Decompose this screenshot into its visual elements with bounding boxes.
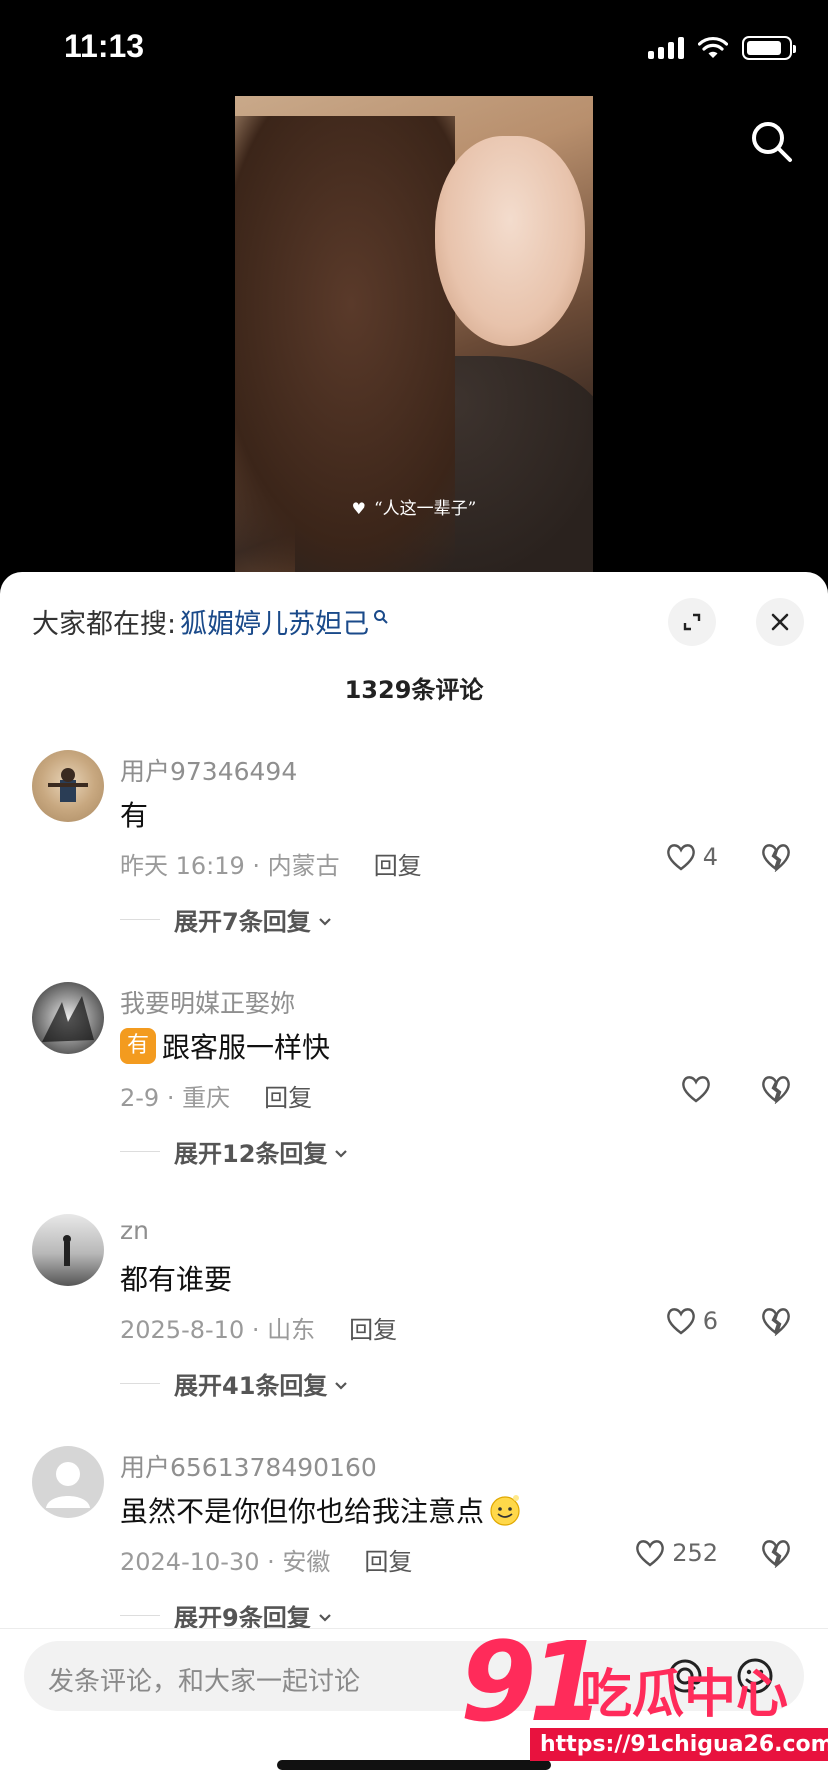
broken-heart-icon: [762, 1076, 790, 1105]
comment-text-content: 虽然不是你但你也给我注意点: [120, 1495, 485, 1528]
like-button[interactable]: 6: [665, 1306, 718, 1336]
like-button[interactable]: 4: [665, 842, 718, 872]
expand-replies-button[interactable]: 展开12条回复: [120, 1134, 349, 1169]
comment-text-content: 跟客服一样快: [162, 1031, 331, 1064]
dislike-button[interactable]: [760, 1074, 792, 1108]
video-player[interactable]: ♥ “人这一辈子”: [0, 96, 828, 576]
avatar[interactable]: [32, 1446, 104, 1518]
expand-replies-label: 展开12条回复: [174, 1140, 328, 1168]
comment-username[interactable]: 用户97346494: [120, 752, 297, 788]
hot-search-prefix: 大家都在搜:: [32, 609, 177, 640]
status-time: 11:13: [64, 28, 145, 64]
close-button[interactable]: [756, 598, 804, 646]
comment-meta: 2-9 · 重庆 回复: [120, 1078, 312, 1113]
comment-item: 我要明媒正娶妳 有 跟客服一样快 2-9 · 重庆 回复 展开12条回复: [0, 982, 828, 1202]
comment-item: zn 都有谁要 2025-8-10 · 山东 回复 6 展开41条回复: [0, 1214, 828, 1434]
cellular-signal-icon: [648, 37, 684, 59]
avatar[interactable]: [32, 1214, 104, 1286]
comment-meta: 2025-8-10 · 山东 回复: [120, 1310, 397, 1345]
panel-header: 大家都在搜: 狐媚婷儿苏妲己: [0, 572, 828, 662]
reply-button[interactable]: 回复: [364, 1542, 412, 1577]
comment-text: 虽然不是你但你也给我注意点: [120, 1490, 522, 1530]
expand-replies-label: 展开7条回复: [174, 908, 311, 936]
comment-username[interactable]: 我要明媒正娶妳: [120, 984, 295, 1020]
like-button[interactable]: [680, 1074, 718, 1104]
dislike-button[interactable]: [760, 842, 792, 876]
chevron-down-icon: [335, 1149, 348, 1158]
reply-button[interactable]: 回复: [374, 846, 422, 881]
comment-meta: 昨天 16:19 · 内蒙古 回复: [120, 846, 422, 881]
default-avatar-icon: [46, 1462, 90, 1508]
status-bar: 11:13: [0, 0, 828, 96]
comment-input-bar: 发条评论，和大家一起讨论: [0, 1628, 828, 1792]
comment-text: 都有谁要: [120, 1258, 232, 1298]
comment-input[interactable]: 发条评论，和大家一起讨论: [24, 1641, 804, 1711]
dislike-button[interactable]: [760, 1306, 792, 1340]
chevron-down-icon: [318, 1613, 331, 1622]
comment-time-location: 2025-8-10 · 山东: [120, 1316, 316, 1344]
avatar[interactable]: [32, 982, 104, 1054]
comment-item: 用户97346494 有 昨天 16:19 · 内蒙古 回复 4 展开7条回复: [0, 750, 828, 970]
broken-heart-icon: [762, 844, 790, 873]
emoji-icon[interactable]: [734, 1655, 776, 1697]
battery-icon: [742, 36, 796, 60]
video-caption-text: “人这一辈子”: [373, 499, 477, 519]
broken-heart-icon: [762, 1308, 790, 1337]
heart-outline-icon: [682, 1076, 710, 1103]
hot-search[interactable]: 大家都在搜: 狐媚婷儿苏妲己: [32, 602, 389, 641]
expand-replies-button[interactable]: 展开41条回复: [120, 1366, 349, 1401]
close-icon: [771, 613, 789, 631]
comment-text-content: 有: [120, 799, 149, 832]
comment-input-placeholder: 发条评论，和大家一起讨论: [48, 1667, 361, 1697]
comment-time-location: 2024-10-30 · 安徽: [120, 1548, 331, 1576]
comment-count: 1329条评论: [344, 676, 484, 704]
comment-time-location: 昨天 16:19 · 内蒙古: [120, 852, 340, 880]
comment-meta: 2024-10-30 · 安徽 回复: [120, 1542, 412, 1577]
comment-text-content: 都有谁要: [120, 1263, 233, 1296]
smile-emoji-icon: [490, 1495, 520, 1526]
video-thumbnail[interactable]: ♥ “人这一辈子”: [235, 96, 593, 576]
avatar[interactable]: [32, 750, 104, 822]
dislike-button[interactable]: [760, 1538, 792, 1572]
like-count: 4: [702, 843, 718, 871]
heart-outline-icon: [666, 844, 695, 871]
comment-username[interactable]: zn: [120, 1216, 149, 1245]
like-count: 252: [672, 1539, 718, 1567]
hot-search-link[interactable]: 狐媚婷儿苏妲己: [180, 602, 369, 641]
search-icon: [374, 609, 388, 624]
expand-button[interactable]: [668, 598, 716, 646]
you-badge: 有: [120, 1028, 156, 1064]
comment-panel: 大家都在搜: 狐媚婷儿苏妲己 1329条评论 用户97346494 有 昨天 1…: [0, 572, 828, 1792]
reply-button[interactable]: 回复: [349, 1310, 397, 1345]
like-button[interactable]: 252: [634, 1538, 718, 1568]
reply-button[interactable]: 回复: [264, 1078, 312, 1113]
heart-outline-icon: [636, 1540, 665, 1567]
search-icon[interactable]: [748, 118, 796, 166]
comment-username[interactable]: 用户6561378490160: [120, 1448, 377, 1484]
expand-replies-button[interactable]: 展开7条回复: [120, 902, 333, 937]
heart-icon: ♥: [351, 499, 366, 518]
expand-icon: [683, 613, 701, 631]
comment-text: 有 跟客服一样快: [120, 1026, 330, 1066]
video-caption: ♥ “人这一辈子”: [235, 494, 593, 519]
wifi-icon: [698, 37, 728, 58]
home-indicator: [277, 1760, 551, 1770]
chevron-down-icon: [335, 1381, 348, 1390]
comment-time-location: 2-9 · 重庆: [120, 1084, 231, 1112]
status-icons: [648, 36, 796, 60]
at-mention-icon[interactable]: [664, 1655, 706, 1697]
comment-text: 有: [120, 794, 148, 834]
chevron-down-icon: [318, 917, 331, 926]
broken-heart-icon: [762, 1540, 790, 1569]
like-count: 6: [702, 1307, 718, 1335]
expand-replies-label: 展开41条回复: [174, 1372, 328, 1400]
heart-outline-icon: [666, 1308, 695, 1335]
